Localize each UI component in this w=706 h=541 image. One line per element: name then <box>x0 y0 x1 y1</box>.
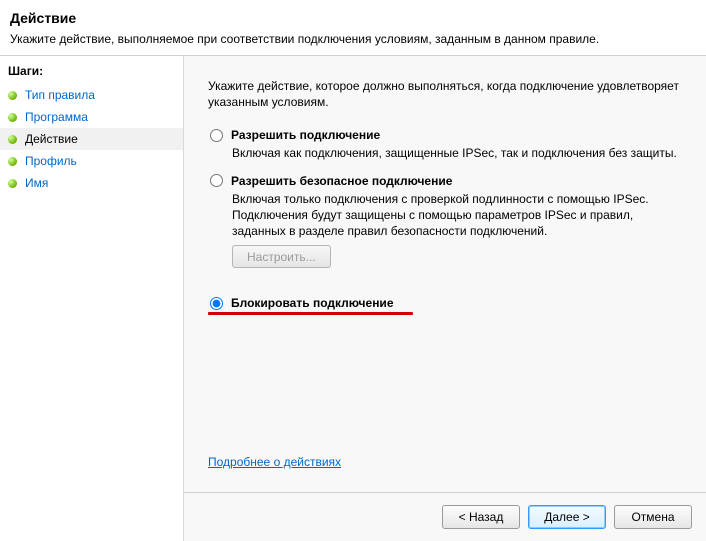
step-label: Тип правила <box>25 88 95 102</box>
step-bullet-icon <box>8 91 17 100</box>
highlight-underline <box>208 312 413 315</box>
step-bullet-icon <box>8 157 17 166</box>
page-subtitle: Укажите действие, выполняемое при соотве… <box>10 32 696 46</box>
option-allow-secure-label: Разрешить безопасное подключение <box>231 174 452 188</box>
option-block: Блокировать подключение <box>208 296 682 315</box>
option-allow-desc: Включая как подключения, защищенные IPSe… <box>232 145 682 161</box>
step-bullet-icon <box>8 113 17 122</box>
step-name[interactable]: Имя <box>0 172 183 194</box>
back-button[interactable]: < Назад <box>442 505 520 529</box>
step-rule-type[interactable]: Тип правила <box>0 84 183 106</box>
option-allow: Разрешить подключение Включая как подклю… <box>208 128 682 161</box>
learn-more-wrap: Подробнее о действиях <box>208 455 341 469</box>
option-block-row[interactable]: Блокировать подключение <box>208 296 682 310</box>
step-action[interactable]: Действие <box>0 128 183 150</box>
step-profile[interactable]: Профиль <box>0 150 183 172</box>
option-block-label: Блокировать подключение <box>231 296 394 310</box>
instruction-text: Укажите действие, которое должно выполня… <box>208 78 682 110</box>
step-label: Программа <box>25 110 88 124</box>
configure-button: Настроить... <box>232 245 331 268</box>
step-bullet-icon <box>8 135 17 144</box>
steps-heading: Шаги: <box>0 62 183 84</box>
option-allow-row[interactable]: Разрешить подключение <box>208 128 682 142</box>
wizard-footer: < Назад Далее > Отмена <box>442 505 692 529</box>
cancel-button[interactable]: Отмена <box>614 505 692 529</box>
step-program[interactable]: Программа <box>0 106 183 128</box>
option-allow-secure-desc: Включая только подключения с проверкой п… <box>232 191 682 240</box>
radio-allow[interactable] <box>210 129 223 142</box>
option-allow-secure: Разрешить безопасное подключение Включая… <box>208 174 682 269</box>
radio-block[interactable] <box>210 297 223 310</box>
step-label: Профиль <box>25 154 77 168</box>
option-allow-label: Разрешить подключение <box>231 128 380 142</box>
steps-sidebar: Шаги: Тип правила Программа Действие Про… <box>0 56 184 541</box>
wizard-header: Действие Укажите действие, выполняемое п… <box>0 0 706 54</box>
next-button[interactable]: Далее > <box>528 505 606 529</box>
page-title: Действие <box>10 10 696 26</box>
learn-more-link[interactable]: Подробнее о действиях <box>208 455 341 469</box>
option-allow-secure-row[interactable]: Разрешить безопасное подключение <box>208 174 682 188</box>
step-bullet-icon <box>8 179 17 188</box>
main-panel: Укажите действие, которое должно выполня… <box>184 56 706 541</box>
step-label: Имя <box>25 176 48 190</box>
footer-separator <box>184 492 706 493</box>
radio-allow-secure[interactable] <box>210 174 223 187</box>
wizard-body: Шаги: Тип правила Программа Действие Про… <box>0 55 706 541</box>
step-label: Действие <box>25 132 78 146</box>
